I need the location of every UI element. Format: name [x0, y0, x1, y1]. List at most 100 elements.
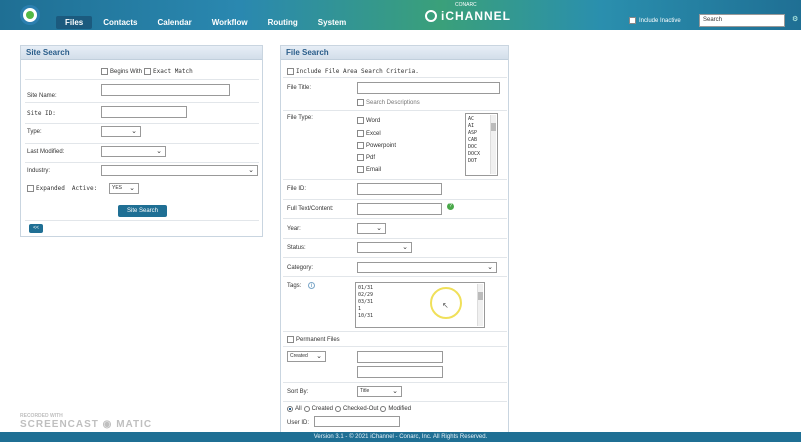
divider — [25, 123, 259, 124]
date-type-select[interactable]: Created ⌄ — [287, 351, 326, 362]
user-id-input[interactable] — [314, 416, 400, 427]
file-search-panel: File Search Include File Area Search Cri… — [280, 45, 509, 433]
top-search-input[interactable]: Search — [699, 14, 785, 27]
tag-item[interactable]: 03/31 — [358, 299, 482, 306]
scroll-thumb[interactable] — [491, 123, 496, 131]
divider — [283, 401, 507, 402]
help-icon[interactable]: ? — [447, 203, 454, 210]
expanded-checkbox[interactable] — [27, 185, 34, 192]
site-name-label: Site Name: — [27, 93, 57, 99]
divider — [283, 238, 507, 239]
chevron-down-icon: ⌄ — [316, 353, 322, 360]
site-search-panel: Site Search Begins With Exact Match Site… — [20, 45, 263, 237]
brand-sub: CONARC — [455, 2, 477, 8]
industry-label: Industry: — [27, 168, 51, 174]
active-value: YES — [112, 185, 123, 191]
exact-match-checkbox[interactable] — [144, 68, 152, 75]
file-id-input[interactable] — [357, 183, 442, 195]
active-select[interactable]: YES ⌄ — [109, 183, 139, 194]
excel-checkbox[interactable] — [357, 130, 364, 137]
email-checkbox[interactable] — [357, 166, 364, 173]
divider — [283, 77, 507, 78]
date-type-value: Created — [290, 353, 308, 359]
tag-item[interactable]: 01/31 — [358, 285, 482, 292]
tags-listbox[interactable]: 01/31 02/29 03/31 1 10/31 — [355, 282, 485, 328]
nav-workflow[interactable]: Workflow — [203, 16, 257, 29]
tag-item[interactable]: 1 — [358, 306, 482, 313]
year-select[interactable]: ⌄ — [357, 223, 386, 234]
tag-item[interactable]: 02/29 — [358, 292, 482, 299]
site-id-input[interactable] — [101, 106, 187, 118]
include-criteria-option: Include File Area Search Criteria. — [287, 68, 419, 75]
include-inactive: Include Inactive — [629, 17, 681, 24]
include-criteria-checkbox[interactable] — [287, 68, 294, 75]
type-select[interactable]: ⌄ — [101, 126, 141, 137]
full-text-input[interactable] — [357, 203, 442, 215]
excel-label: Excel — [366, 130, 381, 137]
search-descriptions-checkbox[interactable] — [357, 99, 364, 106]
include-criteria-label: Include File Area Search Criteria. — [296, 68, 419, 75]
site-name-input[interactable] — [101, 84, 230, 96]
mouse-cursor-icon: ↖ — [442, 301, 449, 310]
search-go-icon[interactable]: ⚙ — [792, 15, 798, 23]
brand-name: iCHANNEL — [441, 9, 511, 23]
powerpoint-checkbox[interactable] — [357, 142, 364, 149]
pdf-checkbox[interactable] — [357, 154, 364, 161]
divider — [25, 220, 259, 221]
watermark-brand: SCREENCAST ◉ MATIC — [20, 419, 153, 430]
permanent-files-option: Permanent Files — [287, 336, 340, 343]
divider — [283, 276, 507, 277]
date-from-input[interactable] — [357, 351, 443, 363]
category-select[interactable]: ⌄ — [357, 262, 497, 273]
last-modified-select[interactable]: ⌄ — [101, 146, 166, 157]
category-label: Category: — [287, 265, 314, 271]
begins-with-checkbox[interactable] — [101, 68, 108, 75]
expanded-option: Expanded Active: — [27, 185, 97, 192]
file-type-word: Word — [357, 117, 380, 124]
file-id-label: File ID: — [287, 186, 307, 192]
include-inactive-checkbox[interactable] — [629, 17, 636, 24]
permanent-files-checkbox[interactable] — [287, 336, 294, 343]
top-nav-bar: Files Contacts Calendar Workflow Routing… — [0, 0, 801, 30]
nav-system[interactable]: System — [309, 16, 355, 29]
chevron-down-icon: ⌄ — [129, 185, 135, 192]
nav-calendar[interactable]: Calendar — [148, 16, 200, 29]
brand-logo: CONARC iCHANNEL — [441, 2, 511, 23]
divider — [283, 199, 507, 200]
industry-select[interactable]: ⌄ — [101, 165, 258, 176]
file-type-pdf: Pdf — [357, 154, 375, 161]
word-checkbox[interactable] — [357, 117, 364, 124]
search-descriptions-option: Search Descriptions — [357, 99, 420, 106]
radio-all-label: All — [295, 406, 302, 412]
radio-checked-out-label: Checked-Out — [343, 406, 379, 412]
permanent-files-label: Permanent Files — [296, 336, 340, 343]
site-search-button[interactable]: Site Search — [118, 205, 167, 217]
file-title-input[interactable] — [357, 82, 500, 94]
status-label: Status: — [287, 245, 306, 251]
sort-by-select[interactable]: Title ⌄ — [357, 386, 402, 397]
app-logo-icon[interactable] — [20, 5, 40, 25]
scroll-thumb[interactable] — [478, 292, 483, 300]
nav-routing[interactable]: Routing — [259, 16, 307, 29]
divider — [283, 110, 507, 111]
divider — [25, 143, 259, 144]
tags-scrollbar[interactable] — [477, 284, 483, 326]
info-icon[interactable]: i — [308, 282, 315, 289]
screencast-watermark: RECORDED WITH SCREENCAST ◉ MATIC — [20, 413, 152, 430]
radio-created[interactable] — [303, 406, 310, 412]
collapse-button[interactable]: << — [29, 224, 43, 233]
radio-checked-out[interactable] — [335, 406, 342, 412]
include-inactive-label: Include Inactive — [639, 17, 681, 24]
status-select[interactable]: ⌄ — [357, 242, 412, 253]
listbox-scrollbar[interactable] — [490, 115, 496, 174]
divider — [283, 346, 507, 347]
nav-contacts[interactable]: Contacts — [94, 16, 146, 29]
divider — [25, 162, 259, 163]
radio-all[interactable] — [287, 406, 293, 412]
radio-modified[interactable] — [380, 406, 387, 412]
extension-listbox[interactable]: AC AI ASP CAB DOC DOCX DOT — [465, 113, 498, 176]
nav-files[interactable]: Files — [56, 16, 93, 29]
date-to-input[interactable] — [357, 366, 443, 378]
divider — [283, 218, 507, 219]
tag-item[interactable]: 10/31 — [358, 313, 482, 320]
